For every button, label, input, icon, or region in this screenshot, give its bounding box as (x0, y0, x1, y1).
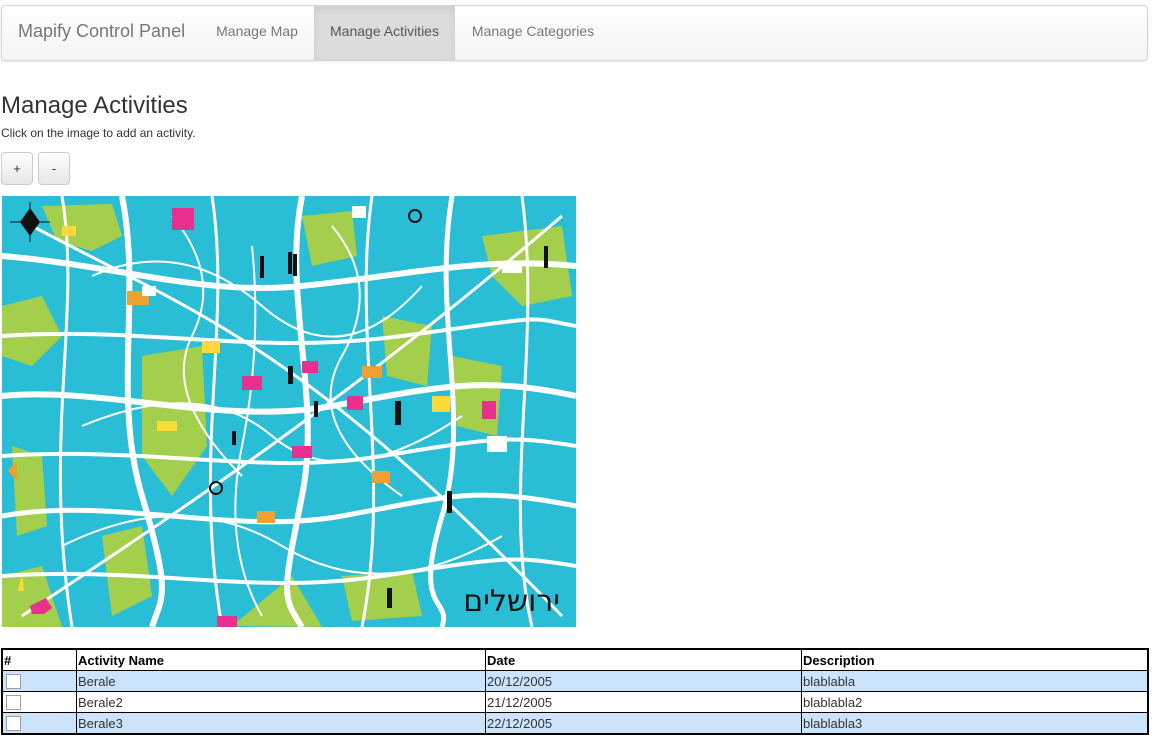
date-cell: 21/12/2005 (485, 691, 802, 713)
map-city-label: ירושלים (463, 584, 560, 619)
header-date: Date (485, 648, 802, 671)
map-illustration (2, 196, 576, 627)
nav-manage-categories[interactable]: Manage Categories (456, 6, 610, 60)
instruction-text: Click on the image to add an activity. (1, 126, 196, 140)
activity-name-cell: Berale2 (76, 691, 486, 713)
row-checkbox[interactable] (6, 674, 21, 690)
activity-name-cell: Berale (76, 670, 486, 692)
row-checkbox[interactable] (6, 716, 21, 732)
row-select-cell (1, 691, 77, 713)
brand-link[interactable]: Mapify Control Panel (18, 21, 185, 42)
header-number: # (1, 648, 77, 671)
row-checkbox[interactable] (6, 695, 21, 711)
activities-table: # Activity Name Date Description Berale … (1, 648, 1149, 735)
zoom-in-button[interactable]: + (1, 152, 33, 185)
zoom-out-button[interactable]: - (38, 152, 70, 185)
row-select-cell (1, 670, 77, 692)
page-title: Manage Activities (1, 92, 188, 119)
nav-manage-activities[interactable]: Manage Activities (314, 6, 455, 60)
header-description: Description (801, 648, 1149, 671)
header-activity-name: Activity Name (76, 648, 486, 671)
top-navbar: Mapify Control Panel Manage Map Manage A… (1, 5, 1148, 61)
table-row[interactable]: Berale 20/12/2005 blablabla (1, 670, 1149, 692)
description-cell: blablabla (801, 670, 1149, 692)
nav-manage-map[interactable]: Manage Map (202, 6, 312, 60)
map-image[interactable]: ירושלים (2, 196, 576, 627)
table-row[interactable]: Berale2 21/12/2005 blablabla2 (1, 691, 1149, 713)
description-cell: blablabla2 (801, 691, 1149, 713)
table-header-row: # Activity Name Date Description (1, 648, 1149, 671)
date-cell: 20/12/2005 (485, 670, 802, 692)
